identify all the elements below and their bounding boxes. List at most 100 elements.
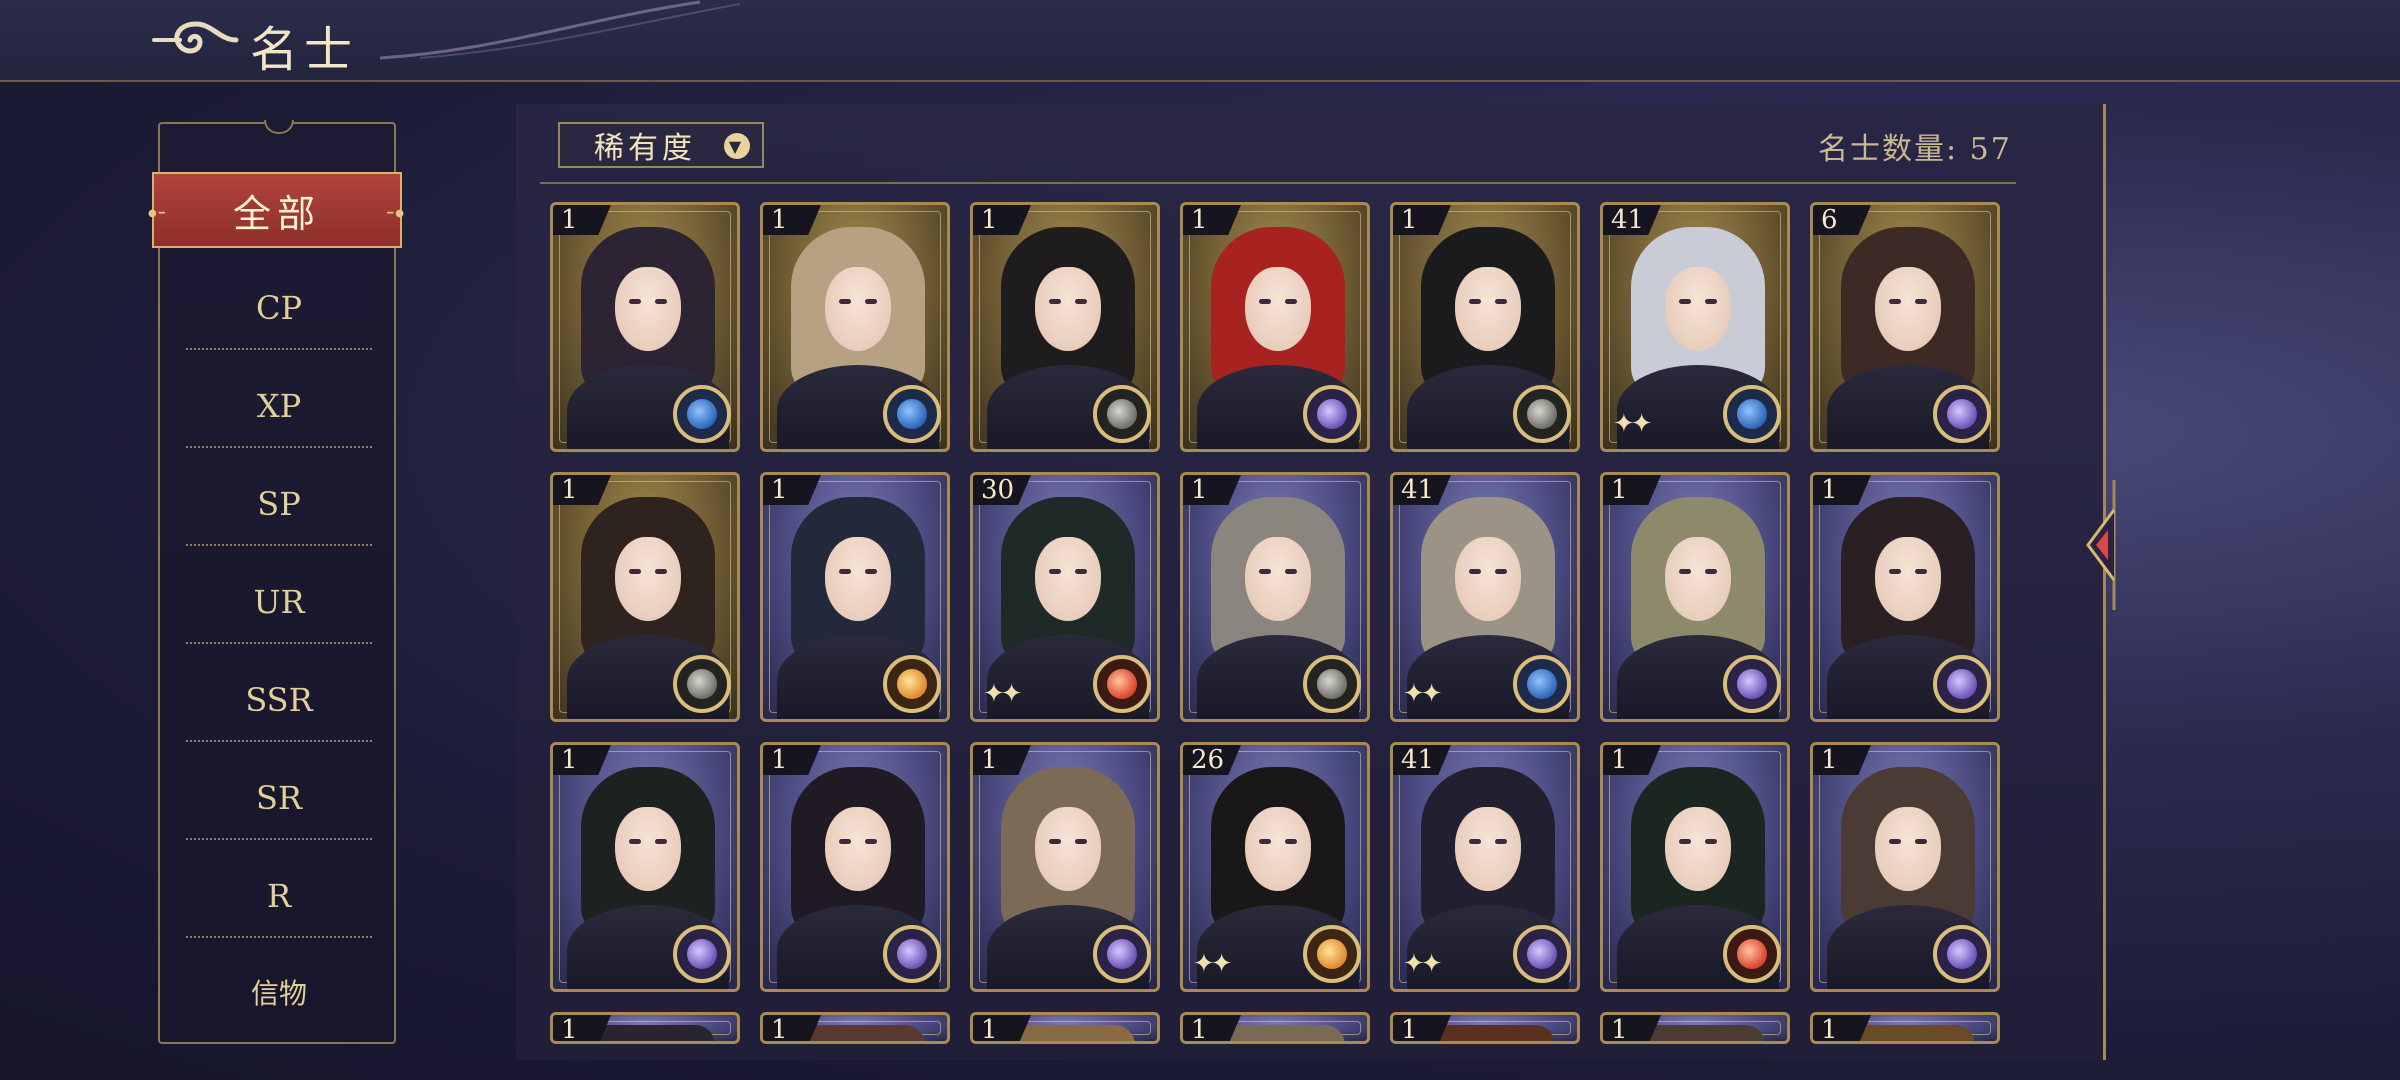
portrait-face xyxy=(1875,537,1941,621)
element-core xyxy=(897,939,927,969)
portrait-eye xyxy=(865,569,877,574)
portrait-eye xyxy=(1495,839,1507,844)
character-card[interactable]: 1 xyxy=(1810,1012,2000,1044)
portrait-face xyxy=(825,267,891,351)
character-card[interactable]: 41 ✦✦ xyxy=(1390,472,1580,722)
portrait-eye xyxy=(1495,569,1507,574)
character-card[interactable]: 1 xyxy=(1810,742,2000,992)
character-card[interactable]: 1 xyxy=(760,472,950,722)
portrait-face xyxy=(825,537,891,621)
element-core xyxy=(1947,939,1977,969)
element-core xyxy=(1107,939,1137,969)
character-card[interactable]: 41 ✦✦ xyxy=(1390,742,1580,992)
character-card[interactable]: 1 xyxy=(550,742,740,992)
portrait-eye xyxy=(1889,299,1901,304)
character-card[interactable]: 1 xyxy=(1390,202,1580,452)
character-card[interactable]: 1 xyxy=(970,1012,1160,1044)
portrait-eye xyxy=(1259,299,1271,304)
element-core xyxy=(1317,669,1347,699)
element-core xyxy=(687,399,717,429)
portrait-eye xyxy=(1259,569,1271,574)
star-sparkle-icon: ✦✦ xyxy=(1613,409,1653,439)
dark-element-icon xyxy=(1513,385,1571,443)
character-card[interactable]: 30 ✦✦ xyxy=(970,472,1160,722)
portrait-eye xyxy=(1469,299,1481,304)
portrait-face xyxy=(1455,537,1521,621)
character-card[interactable]: 41 ✦✦ xyxy=(1600,202,1790,452)
orange-element-icon xyxy=(1303,925,1361,983)
character-card[interactable]: 1 xyxy=(1600,472,1790,722)
element-core xyxy=(1737,399,1767,429)
portrait-eye xyxy=(1049,839,1061,844)
red-element-icon xyxy=(1093,655,1151,713)
purple-element-icon xyxy=(883,925,941,983)
character-card[interactable]: 1 xyxy=(1600,742,1790,992)
star-sparkle-icon: ✦✦ xyxy=(983,679,1023,709)
character-card[interactable]: 1 xyxy=(760,202,950,452)
character-card[interactable]: 6 xyxy=(1810,202,2000,452)
character-card[interactable]: 1 xyxy=(970,202,1160,452)
portrait-face xyxy=(1665,537,1731,621)
element-core xyxy=(1527,399,1557,429)
character-card[interactable]: 26 ✦✦ xyxy=(1180,742,1370,992)
element-core xyxy=(897,669,927,699)
element-core xyxy=(687,669,717,699)
portrait-eye xyxy=(1495,299,1507,304)
purple-element-icon xyxy=(1723,655,1781,713)
purple-element-icon xyxy=(1933,385,1991,443)
portrait-eye xyxy=(865,839,877,844)
character-card[interactable]: 1 xyxy=(1180,472,1370,722)
portrait-face xyxy=(825,807,891,891)
element-core xyxy=(1737,939,1767,969)
orange-element-icon xyxy=(883,655,941,713)
character-card[interactable]: 1 xyxy=(550,202,740,452)
element-core xyxy=(1737,669,1767,699)
portrait-eye xyxy=(839,569,851,574)
portrait-face xyxy=(615,537,681,621)
character-card[interactable]: 1 xyxy=(760,1012,950,1044)
portrait-eye xyxy=(655,839,667,844)
portrait-eye xyxy=(1075,569,1087,574)
character-card[interactable]: 1 xyxy=(1180,202,1370,452)
character-card[interactable]: 1 xyxy=(1390,1012,1580,1044)
blue-element-icon xyxy=(1723,385,1781,443)
portrait-eye xyxy=(629,299,641,304)
portrait-eye xyxy=(1705,299,1717,304)
portrait-eye xyxy=(1915,299,1927,304)
character-card[interactable]: 1 xyxy=(760,742,950,992)
element-core xyxy=(1527,669,1557,699)
element-core xyxy=(897,399,927,429)
character-card[interactable]: 1 xyxy=(1810,472,2000,722)
red-element-icon xyxy=(1723,925,1781,983)
portrait-face xyxy=(1665,807,1731,891)
portrait-face xyxy=(1455,807,1521,891)
element-core xyxy=(1317,939,1347,969)
portrait-eye xyxy=(1915,839,1927,844)
portrait-face xyxy=(1455,267,1521,351)
portrait-eye xyxy=(1679,569,1691,574)
dark-element-icon xyxy=(1303,655,1361,713)
blue-element-icon xyxy=(673,385,731,443)
portrait-eye xyxy=(655,299,667,304)
collapse-arrow-icon[interactable] xyxy=(2074,480,2120,610)
portrait-eye xyxy=(1679,299,1691,304)
element-core xyxy=(1107,399,1137,429)
character-card[interactable]: 1 xyxy=(1600,1012,1790,1044)
portrait-eye xyxy=(1285,839,1297,844)
element-core xyxy=(1317,399,1347,429)
character-card[interactable]: 1 xyxy=(970,742,1160,992)
element-core xyxy=(1947,399,1977,429)
portrait-face xyxy=(1035,267,1101,351)
element-core xyxy=(1107,669,1137,699)
purple-element-icon xyxy=(1513,925,1571,983)
purple-element-icon xyxy=(1933,655,1991,713)
dark-element-icon xyxy=(1093,385,1151,443)
character-card[interactable]: 1 xyxy=(1180,1012,1370,1044)
portrait-face xyxy=(1245,807,1311,891)
purple-element-icon xyxy=(1093,925,1151,983)
portrait-face xyxy=(1875,807,1941,891)
portrait-face xyxy=(615,807,681,891)
character-card[interactable]: 1 xyxy=(550,1012,740,1044)
character-card[interactable]: 1 xyxy=(550,472,740,722)
star-sparkle-icon: ✦✦ xyxy=(1403,679,1443,709)
